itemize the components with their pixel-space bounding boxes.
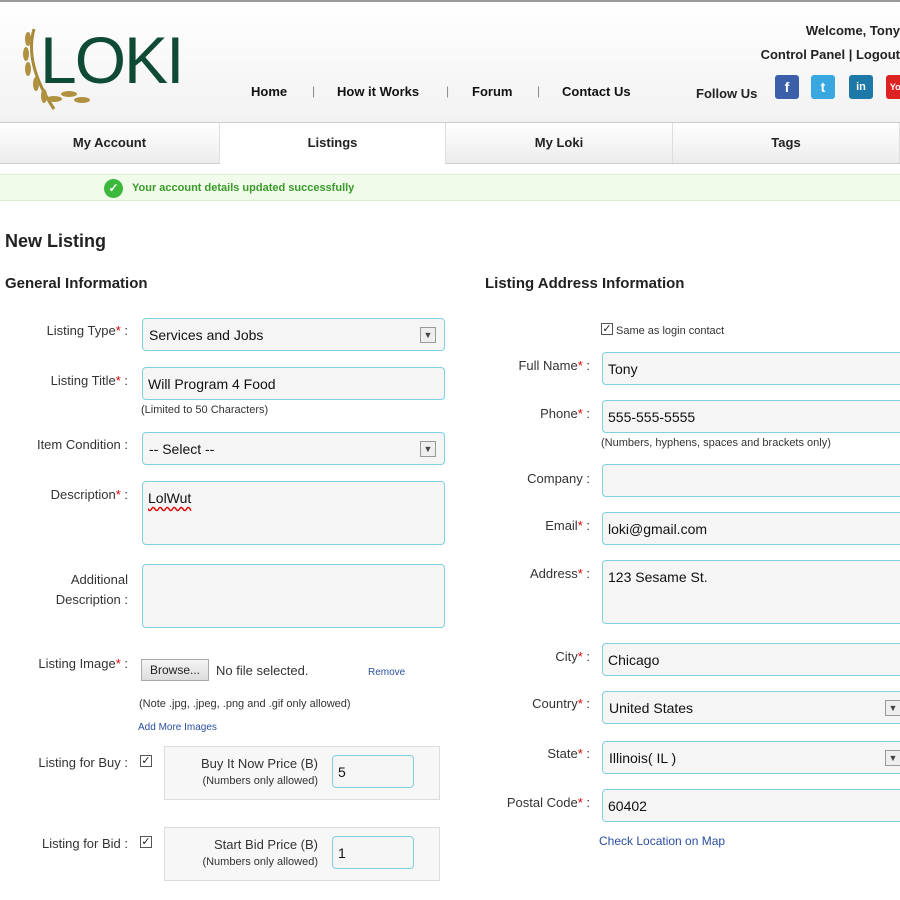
success-message: ✓ Your account details updated successfu… (0, 174, 900, 201)
listing-for-bid-checkbox[interactable]: ✓ (140, 836, 152, 848)
nav-separator: | (446, 84, 450, 98)
add-more-images-link[interactable]: Add More Images (138, 722, 217, 733)
check-circle-icon: ✓ (104, 179, 123, 198)
welcome-text: Welcome, Tony (805, 23, 900, 38)
full-name-input[interactable]: Tony (602, 352, 900, 385)
youtube-icon[interactable]: You (886, 75, 900, 99)
nav-how-it-works[interactable]: How it Works (337, 84, 419, 99)
nav-separator: | (312, 84, 316, 98)
additional-description-textarea[interactable] (142, 564, 445, 628)
item-condition-label: Item Condition : (36, 437, 128, 452)
buy-price-label: Buy It Now Price (B) (200, 756, 318, 771)
browse-button[interactable]: Browse... (141, 659, 210, 681)
listing-for-buy-checkbox[interactable]: ✓ (140, 755, 152, 767)
remove-image-link[interactable]: Remove (368, 667, 405, 678)
nav-separator: | (537, 84, 541, 98)
description-textarea[interactable]: LolWut (142, 481, 445, 545)
linkedin-icon[interactable]: in (849, 75, 873, 99)
chevron-down-icon: ▼ (885, 750, 900, 766)
nav-home[interactable]: Home (251, 84, 287, 99)
listing-for-bid-label: Listing for Bid : (42, 836, 128, 851)
listing-type-label: Listing Type* : (46, 323, 128, 338)
bid-price-input[interactable]: 1 (332, 836, 414, 869)
postal-code-input[interactable]: 60402 (602, 789, 900, 822)
company-input[interactable] (602, 464, 900, 497)
main-tabs: My Account Listings My Loki Tags (0, 123, 900, 164)
same-as-login-checkbox[interactable]: ✓ (601, 323, 613, 335)
listing-type-select[interactable]: Services and Jobs ▼ (142, 318, 445, 351)
chevron-down-icon: ▼ (885, 700, 900, 716)
nav-forum[interactable]: Forum (472, 84, 512, 99)
chevron-down-icon: ▼ (420, 441, 436, 457)
control-panel-logout-links[interactable]: Control Panel | Logout (761, 47, 900, 62)
image-note: (Note .jpg, .jpeg, .png and .gif only al… (139, 698, 351, 710)
listing-title-input[interactable]: Will Program 4 Food (142, 367, 445, 400)
city-label: City* : (555, 649, 590, 664)
twitter-icon[interactable]: t (811, 75, 835, 99)
country-label: Country* : (532, 696, 590, 711)
full-name-label: Full Name* : (518, 358, 590, 373)
state-label: State* : (547, 746, 590, 761)
buy-price-box: Buy It Now Price (B) (Numbers only allow… (164, 746, 440, 800)
bid-price-label: Start Bid Price (B) (213, 837, 318, 852)
state-select[interactable]: Illinois( IL ) ▼ (602, 741, 900, 774)
listing-image-label: Listing Image* : (38, 656, 128, 671)
company-label: Company : (527, 471, 590, 486)
description-label: Description* : (50, 487, 128, 502)
tab-tags[interactable]: Tags (673, 123, 900, 163)
address-label: Address* : (530, 566, 590, 581)
success-text: Your account details updated successfull… (132, 182, 355, 194)
numbers-only-hint: (Numbers only allowed) (202, 856, 318, 868)
site-header: LOKI Home | How it Works | Forum | Conta… (0, 0, 900, 123)
address-textarea[interactable]: 123 Sesame St. (602, 560, 900, 624)
listing-title-label: Listing Title* : (50, 373, 128, 388)
address-info-heading: Listing Address Information (485, 275, 685, 292)
no-file-text: No file selected. (216, 663, 309, 678)
tab-listings[interactable]: Listings (220, 123, 446, 164)
listing-for-buy-label: Listing for Buy : (38, 755, 128, 770)
city-input[interactable]: Chicago (602, 643, 900, 676)
buy-price-input[interactable]: 5 (332, 755, 414, 788)
follow-us-label: Follow Us (696, 86, 758, 101)
page-title: New Listing (5, 231, 107, 251)
phone-input[interactable]: 555-555-5555 (602, 400, 900, 433)
logo-text[interactable]: LOKI (40, 22, 184, 98)
same-as-login-label: Same as login contact (616, 325, 725, 337)
bid-price-box: Start Bid Price (B) (Numbers only allowe… (164, 827, 440, 881)
email-label: Email* : (545, 518, 590, 533)
general-info-heading: General Information (5, 275, 148, 292)
additional-description-label: Additional Description : (55, 572, 128, 607)
tab-my-loki[interactable]: My Loki (446, 123, 673, 163)
title-hint: (Limited to 50 Characters) (141, 404, 269, 416)
item-condition-select[interactable]: -- Select -- ▼ (142, 432, 445, 465)
country-select[interactable]: United States ▼ (602, 691, 900, 724)
check-location-map-link[interactable]: Check Location on Map (599, 834, 725, 848)
nav-contact-us[interactable]: Contact Us (562, 84, 631, 99)
chevron-down-icon: ▼ (420, 327, 436, 343)
facebook-icon[interactable]: f (775, 75, 799, 99)
phone-hint: (Numbers, hyphens, spaces and brackets o… (601, 437, 831, 449)
email-input[interactable]: loki@gmail.com (602, 512, 900, 545)
numbers-only-hint: (Numbers only allowed) (202, 775, 318, 787)
postal-code-label: Postal Code* : (506, 795, 590, 810)
phone-label: Phone* : (540, 406, 590, 421)
tab-my-account[interactable]: My Account (0, 123, 220, 163)
